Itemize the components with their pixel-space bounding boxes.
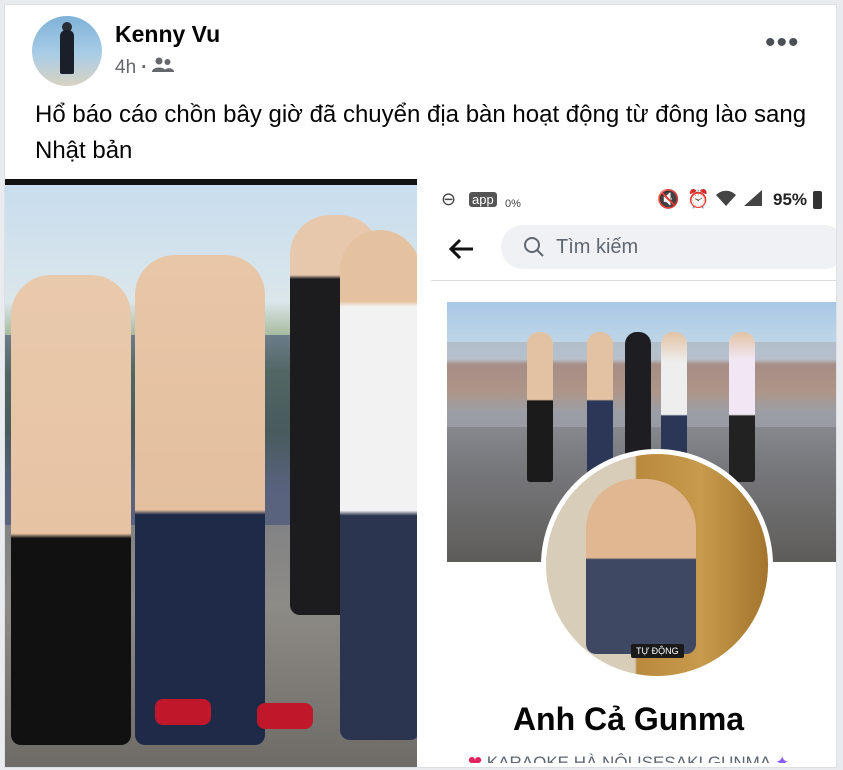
facebook-post: Kenny Vu 4h · ••• Hổ báo cáo chồn bây gi… (4, 4, 837, 768)
avatar-figure (60, 30, 74, 74)
profile-person (586, 479, 696, 654)
author-avatar[interactable] (32, 16, 102, 86)
signal-icon (743, 189, 763, 212)
post-author-name[interactable]: Kenny Vu (115, 21, 220, 48)
photo-person (135, 255, 265, 745)
back-arrow-icon[interactable] (448, 235, 475, 267)
cover-person (729, 332, 755, 482)
heart-icon: ❤ (467, 753, 483, 763)
sparkle-icon: ✦ (774, 753, 790, 763)
mute-icon: 🔇 (657, 189, 680, 209)
post-caption: Hổ báo cáo chồn bây giờ đã chuyển địa bà… (35, 101, 807, 164)
profile-screenshot[interactable]: ⊖ app 0% 🔇 ⏰ 95% Tìm kiếm TỰ ĐỘNG Anh Cả… (421, 179, 836, 763)
wifi-icon (715, 189, 737, 212)
more-options-button[interactable]: ••• (765, 28, 800, 58)
post-time[interactable]: 4h (115, 57, 136, 79)
photo-shoe (257, 703, 313, 729)
search-input[interactable]: Tìm kiếm (501, 225, 836, 269)
photo-shoe (155, 699, 211, 725)
app-icon: app (469, 192, 497, 207)
do-not-disturb-icon: ⊖ (441, 189, 457, 209)
cover-person (527, 332, 553, 482)
search-icon (523, 236, 545, 263)
profile-bio-text: KARAOKE HÀ NỘI ISESAKI GUNMA (486, 753, 771, 763)
alarm-icon: ⏰ (687, 189, 710, 209)
profile-picture[interactable] (546, 454, 768, 676)
photo-person (11, 275, 131, 745)
photo-tag: TỰ ĐỘNG (631, 644, 684, 658)
profile-name: Anh Cả Gunma (512, 701, 745, 737)
battery-percent: 95% (773, 190, 808, 209)
phone-status-bar: ⊖ app 0% 🔇 ⏰ 95% (421, 185, 836, 215)
header-divider (431, 280, 836, 281)
data-usage-label: 0% (505, 198, 521, 210)
photo-person (340, 230, 417, 740)
profile-bio: ❤ KARAOKE HÀ NỘI ISESAKI GUNMA ✦ (421, 753, 836, 763)
search-placeholder: Tìm kiếm (556, 236, 639, 258)
post-photo-group[interactable] (5, 179, 417, 767)
meta-separator: · (141, 57, 148, 78)
post-meta: 4h · (115, 57, 175, 79)
battery-icon (813, 191, 822, 209)
friends-icon[interactable] (152, 57, 175, 79)
